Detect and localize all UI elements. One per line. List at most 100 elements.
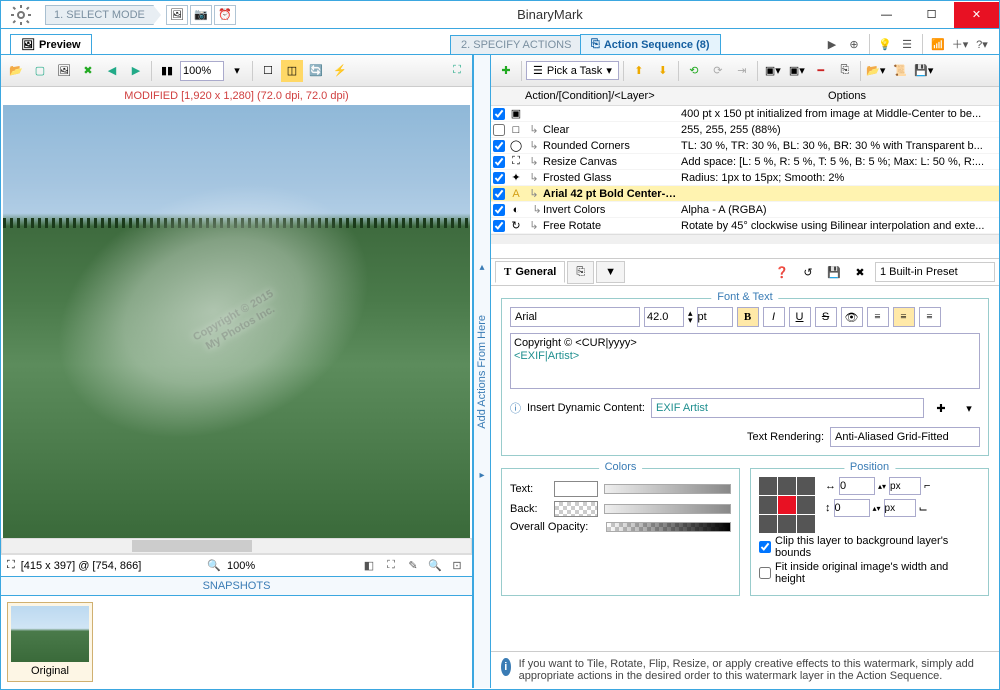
action-checkbox[interactable] [493,108,505,120]
script-icon[interactable]: 📜 [889,60,911,82]
mode-icon-2[interactable]: 📷 [190,5,212,25]
down-icon[interactable]: ⬇ [652,60,674,82]
ri-2[interactable]: ⊕ [845,35,863,53]
insert-add-icon[interactable]: ✚ [930,397,952,419]
action-row[interactable]: □↳Clear255, 255, 255 (88%) [491,122,999,138]
expand-icon[interactable]: ⛶ [446,60,468,82]
action-list-scroll[interactable] [491,234,999,244]
zoom-input[interactable] [180,61,224,81]
s2[interactable]: ⛶ [382,557,400,575]
revert-icon[interactable]: ↺ [797,261,819,283]
tab-action-sequence[interactable]: ⎘ Action Sequence (8) [580,34,721,54]
save-icon[interactable]: 💾▾ [913,60,935,82]
back-opacity-slider[interactable] [604,504,731,514]
align-right-button[interactable]: ≡ [919,307,941,327]
ri-1[interactable]: ▶ [823,35,841,53]
maximize-button[interactable]: ☐ [909,2,954,28]
overall-opacity-slider[interactable] [606,522,731,532]
action-checkbox[interactable] [493,124,505,136]
action-row[interactable]: A↳Arial 42 pt Bold Center-Aligned 255, 2… [491,186,999,202]
select-mode-button[interactable]: 1. SELECT MODE [45,5,154,25]
open-icon[interactable]: 📂 [5,60,27,82]
add-icon[interactable]: ✚ [495,60,517,82]
text-opacity-slider[interactable] [604,484,731,494]
watermark-text-input[interactable]: Copyright © <CUR|yyyy> <EXIF|Artist> [510,333,980,389]
tab-copy[interactable]: ⎘ [567,261,594,284]
insert-more-icon[interactable]: ▾ [958,397,980,419]
offset-x-input[interactable] [839,477,875,495]
remove-icon[interactable]: ━ [810,60,832,82]
text-rendering-select[interactable] [830,427,980,447]
back-icon[interactable]: ◀ [101,60,123,82]
new-icon[interactable]: ▢ [29,60,51,82]
pick-task-button[interactable]: ☰ Pick a Task ▾ [526,61,619,80]
wifi-icon[interactable]: 📶 [929,35,947,53]
settings-gear-icon[interactable] [1,1,41,29]
action-checkbox[interactable] [493,220,505,232]
tab-general[interactable]: TGeneral [495,261,565,283]
font-select[interactable] [510,307,640,327]
zoom-dropdown[interactable]: ▾ [226,60,248,82]
underline-button[interactable]: U [789,307,811,327]
spinner-icon[interactable]: ▴▾ [688,310,693,324]
histogram-icon[interactable]: ▮▮ [156,60,178,82]
shuffle-icon[interactable]: ✖ [77,60,99,82]
open2-icon[interactable]: 📂▾ [865,60,887,82]
layer-add-icon[interactable]: ▣▾ [762,60,784,82]
add-actions-strip[interactable]: ▴ Add Actions From Here ▸ [473,55,491,688]
action-row[interactable]: ↻↳Free RotateRotate by 45° clockwise usi… [491,218,999,234]
redo-icon[interactable]: ⟳ [707,60,729,82]
tab-filter[interactable]: ▼ [596,261,625,283]
refresh-icon[interactable]: 🔄 [305,60,327,82]
text-color-swatch[interactable] [554,481,598,497]
link-icon2[interactable]: ⌙ [919,502,928,515]
offset-y-input[interactable] [834,499,870,517]
tab-preview[interactable]: 🖼 Preview [10,34,92,54]
mode-icon-1[interactable]: 🖼 [166,5,188,25]
s5[interactable]: ⊡ [448,557,466,575]
action-row[interactable]: ⛶↳Resize CanvasAdd space: [L: 5 %, R: 5 … [491,154,999,170]
layer-dup-icon[interactable]: ▣▾ [786,60,808,82]
italic-button[interactable]: I [763,307,785,327]
save2-icon[interactable]: 💾 [823,261,845,283]
action-checkbox[interactable] [493,188,505,200]
close-button[interactable]: ✕ [954,2,999,28]
forward-icon[interactable]: ▶ [125,60,147,82]
action-checkbox[interactable] [493,140,505,152]
s3[interactable]: ✎ [404,557,422,575]
strike-button[interactable]: S [815,307,837,327]
up-icon[interactable]: ⬆ [628,60,650,82]
remove2-icon[interactable]: ✖ [849,261,871,283]
lightbulb-icon[interactable]: 💡 [876,35,894,53]
font-size-input[interactable] [644,307,684,327]
action-row[interactable]: ◯↳Rounded CornersTL: 30 %, TR: 30 %, BL:… [491,138,999,154]
undo-icon[interactable]: ⟲ [683,60,705,82]
layout-1-icon[interactable]: ☐ [257,60,279,82]
align-left-button[interactable]: ≡ [867,307,889,327]
image-view[interactable]: Copyright © 2015 My Photos Inc. [3,105,470,538]
action-row[interactable]: ◐ ↳Invert ColorsAlpha - A (RGBA) [491,202,999,218]
step-icon[interactable]: ⇥ [731,60,753,82]
tab-specify-actions[interactable]: 2. SPECIFY ACTIONS [450,35,582,54]
checklist-icon[interactable]: ☰ [898,35,916,53]
preset-select[interactable] [875,262,995,282]
action-checkbox[interactable] [493,156,505,168]
visibility-icon[interactable]: 👁 [841,307,863,327]
dynamic-content-select[interactable] [651,398,924,418]
action-checkbox[interactable] [493,172,505,184]
help-icon[interactable]: ?▾ [973,35,991,53]
offset-x-unit[interactable] [889,477,921,495]
layout-2-icon[interactable]: ◫ [281,60,303,82]
offset-y-unit[interactable] [884,499,916,517]
action-checkbox[interactable] [493,204,505,216]
h-scrollbar[interactable] [1,538,472,554]
link-icon[interactable]: ⌐ [924,480,930,492]
align-center-button[interactable]: ≡ [893,307,915,327]
help2-icon[interactable]: ❓ [771,261,793,283]
s4[interactable]: 🔍 [426,557,444,575]
back-color-swatch[interactable] [554,501,598,517]
fit-checkbox[interactable] [759,567,771,579]
snapshots-header[interactable]: SNAPSHOTS [1,576,472,596]
snapshot-item[interactable]: Original [7,602,93,682]
copy-icon[interactable]: ⎘ [834,60,856,82]
